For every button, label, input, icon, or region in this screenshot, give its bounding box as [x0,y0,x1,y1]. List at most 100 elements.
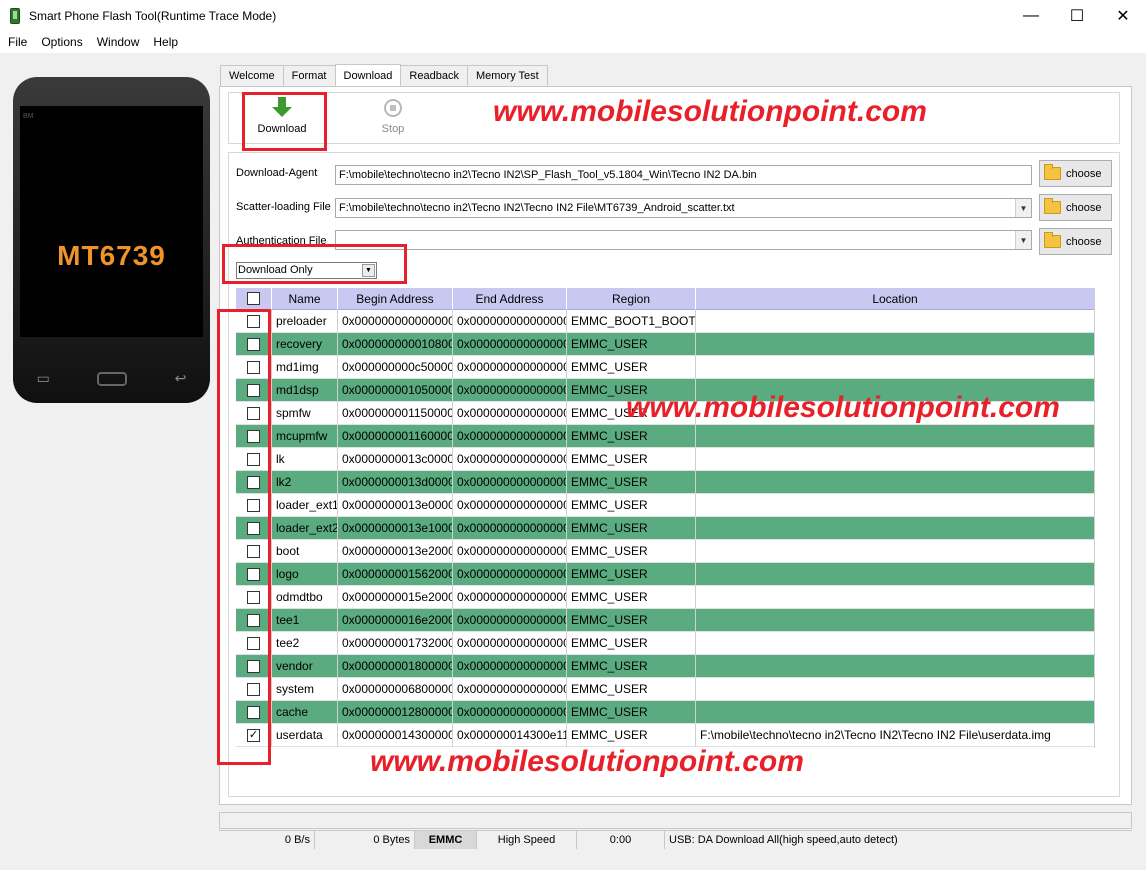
chevron-down-icon[interactable]: ▼ [1015,199,1031,217]
table-row[interactable]: ✓ userdata 0x0000000143000000 0x00000001430… [236,724,1094,747]
table-row[interactable]: tee2 0x0000000017320000 0x0000000000000000… [236,632,1094,655]
cell-end: 0x0000000000000000 [453,701,567,724]
cell-location [696,356,1094,379]
chevron-down-icon[interactable]: ▼ [1015,231,1031,249]
minimize-button[interactable]: — [1008,0,1054,31]
table-row[interactable]: logo 0x0000000015620000 0x0000000000000000… [236,563,1094,586]
header-begin-address: Begin Address [338,288,453,310]
title-bar: Smart Phone Flash Tool(Runtime Trace Mod… [0,0,1146,31]
table-row[interactable]: mcupmfw 0x0000000011600000 0x0000000000000… [236,425,1094,448]
stop-button[interactable]: Stop [363,95,423,139]
table-row[interactable]: loader_ext1 0x0000000013e00000 0x000000000… [236,494,1094,517]
cell-name: md1img [272,356,338,379]
cell-name: boot [272,540,338,563]
table-row[interactable]: lk2 0x0000000013d00000 0x0000000000000000 E… [236,471,1094,494]
chip-label: MT6739 [57,240,166,271]
close-button[interactable]: ✕ [1100,0,1146,31]
select-all-checkbox[interactable] [247,292,260,305]
table-row[interactable]: cache 0x0000000128000000 0x000000000000000… [236,701,1094,724]
cell-name: spmfw [272,402,338,425]
cell-location [696,632,1094,655]
menu-help[interactable]: Help [147,35,184,49]
cell-begin: 0x0000000013d00000 [338,471,453,494]
cell-region: EMMC_USER [567,655,696,678]
cell-name: recovery [272,333,338,356]
auth-file-field[interactable]: ▼ [335,230,1032,250]
scatter-file-label: Scatter-loading File [236,201,331,213]
stop-label: Stop [381,123,405,135]
menu-bar: File Options Window Help [0,31,1146,53]
cell-region: EMMC_USER [567,609,696,632]
phone-brand: BM [23,113,34,120]
cell-begin: 0x0000000010500000 [338,379,453,402]
cell-begin: 0x0000000013e20000 [338,540,453,563]
tab-download[interactable]: Download [334,64,402,86]
cell-name: md1dsp [272,379,338,402]
folder-icon [1044,198,1061,214]
choose-auth-button[interactable]: choose [1039,228,1112,255]
progress-bar [219,812,1132,829]
menu-window[interactable]: Window [91,35,146,49]
header-location: Location [696,288,1094,310]
select-all-header[interactable] [236,288,272,310]
cell-begin: 0x0000000013c00000 [338,448,453,471]
cell-begin: 0x0000000018000000 [338,655,453,678]
tab-format[interactable]: Format [282,65,336,86]
maximize-button[interactable]: ☐ [1054,0,1100,31]
cell-begin: 0x0000000128000000 [338,701,453,724]
cell-location [696,701,1094,724]
cell-begin: 0x0000000017320000 [338,632,453,655]
status-time: 0:00 [577,831,665,849]
cell-region: EMMC_USER [567,494,696,517]
table-row[interactable]: boot 0x0000000013e20000 0x0000000000000000… [236,540,1094,563]
download-agent-field[interactable]: F:\mobile\techno\tecno in2\Tecno IN2\SP_… [335,165,1032,185]
cell-name: tee1 [272,609,338,632]
table-row[interactable]: md1img 0x000000000c500000 0x00000000000000… [236,356,1094,379]
cell-end: 0x0000000000000000 [453,402,567,425]
cell-region: EMMC_USER [567,471,696,494]
choose-download-agent-button[interactable]: choose [1039,160,1112,187]
status-bytes: 0 Bytes [315,831,415,849]
cell-end: 0x0000000000000000 [453,609,567,632]
table-row[interactable]: lk 0x0000000013c00000 0x0000000000000000 EM… [236,448,1094,471]
cell-end: 0x0000000000000000 [453,563,567,586]
watermark-bottom: www.mobilesolutionpoint.com [370,745,804,778]
table-row[interactable]: loader_ext2 0x0000000013e10000 0x000000000… [236,517,1094,540]
cell-end: 0x0000000000000000 [453,540,567,563]
choose-label: choose [1066,235,1102,248]
partition-table: Name Begin Address End Address Region Lo… [236,288,1095,748]
table-row[interactable]: preloader 0x0000000000000000 0x00000000000… [236,310,1094,333]
choose-label: choose [1066,167,1102,180]
table-row[interactable]: vendor 0x0000000018000000 0x00000000000000… [236,655,1094,678]
cell-name: odmdtbo [272,586,338,609]
table-row[interactable]: odmdtbo 0x0000000015e20000 0x0000000000000… [236,586,1094,609]
table-row[interactable]: tee1 0x0000000016e20000 0x0000000000000000… [236,609,1094,632]
cell-name: cache [272,701,338,724]
choose-scatter-button[interactable]: choose [1039,194,1112,221]
cell-location [696,563,1094,586]
cell-begin: 0x0000000013e10000 [338,517,453,540]
phone-keys: ▭ ↩ [13,370,210,387]
tab-welcome[interactable]: Welcome [220,65,284,86]
scatter-file-field[interactable]: F:\mobile\techno\tecno in2\Tecno IN2\Tec… [335,198,1032,218]
menu-file[interactable]: File [2,35,33,49]
tab-memory-test[interactable]: Memory Test [466,65,548,86]
cell-begin: 0x0000000015e20000 [338,586,453,609]
cell-name: preloader [272,310,338,333]
status-storage: EMMC [415,831,477,849]
cell-name: logo [272,563,338,586]
back-key-icon: ↩ [174,370,187,386]
cell-begin: 0x0000000015620000 [338,563,453,586]
cell-region: EMMC_BOOT1_BOOT2 [567,310,696,333]
cell-begin: 0x0000000143000000 [338,724,453,747]
cell-location [696,517,1094,540]
cell-name: loader_ext1 [272,494,338,517]
menu-options[interactable]: Options [35,35,88,49]
table-row[interactable]: recovery 0x0000000000108000 0x000000000000… [236,333,1094,356]
cell-location [696,678,1094,701]
phone-image: BM MT6739 ▭ ↩ [13,77,210,403]
table-row[interactable]: system 0x0000000068000000 0x00000000000000… [236,678,1094,701]
cell-location [696,586,1094,609]
tab-readback[interactable]: Readback [400,65,468,86]
cell-end: 0x0000000000000000 [453,425,567,448]
